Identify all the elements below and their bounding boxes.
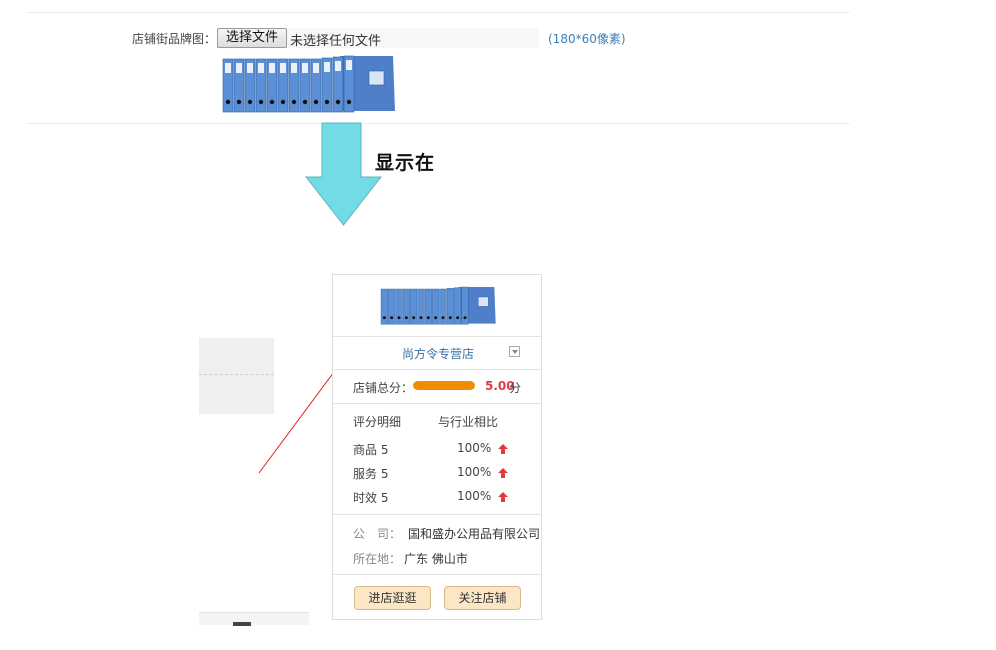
choose-file-button[interactable]: 选择文件 [217,28,288,48]
store-score-label: 店铺总分： [353,381,414,395]
card-divider [333,369,541,370]
industry-compare-header: 与行业相比 [438,415,499,429]
visit-store-button[interactable]: 进店逛逛 [354,586,431,610]
brand-image-preview [222,53,395,113]
placeholder-strip [199,612,309,625]
chevron-down-icon[interactable] [509,346,520,357]
arrow-up-icon [498,492,508,502]
store-score-unit: 分 [509,381,522,395]
location-value: 广东 佛山市 [404,552,468,566]
file-status-text: 未选择任何文件 [290,34,382,49]
rating-percent: 100% [457,465,492,479]
store-name-link[interactable]: 尚方令专营店 [402,345,474,362]
brand-image-label: 店铺街品牌图： [132,32,217,46]
arrow-up-icon [498,444,508,454]
file-input[interactable]: 选择文件 未选择任何文件 [217,28,539,49]
company-name: 国和盛办公用品有限公司 [408,527,541,541]
rating-row: 时效 5 100% [333,489,541,505]
rating-label: 时效 5 [353,491,389,505]
rating-percent: 100% [457,489,492,503]
company-label: 公 司： [353,527,402,541]
card-divider [333,514,541,515]
down-arrow-icon [305,122,383,226]
rating-row: 服务 5 100% [333,465,541,481]
rating-label: 服务 5 [353,467,389,481]
card-divider [333,336,541,337]
display-location-label: 显示在 [375,152,436,174]
location-label: 所在地： [353,552,402,566]
rating-label: 商品 5 [353,443,389,457]
upload-section-divider [27,123,850,124]
store-score-fill [413,381,475,390]
card-divider [333,574,541,575]
store-card: 尚方令专营店 店铺总分： 5.00 分 评分明细 与行业相比 商品 5 100%… [332,274,542,620]
top-divider [27,12,850,13]
placeholder-glyph [233,622,251,626]
image-size-hint: (180*60像素) [548,32,626,46]
follow-store-button[interactable]: 关注店铺 [444,586,521,610]
rating-detail-header: 评分明细 [353,415,402,429]
store-score-bar [413,381,475,390]
card-divider [333,403,541,404]
rating-percent: 100% [457,441,492,455]
rating-row: 商品 5 100% [333,441,541,457]
store-brand-image [380,285,496,325]
arrow-up-icon [498,468,508,478]
